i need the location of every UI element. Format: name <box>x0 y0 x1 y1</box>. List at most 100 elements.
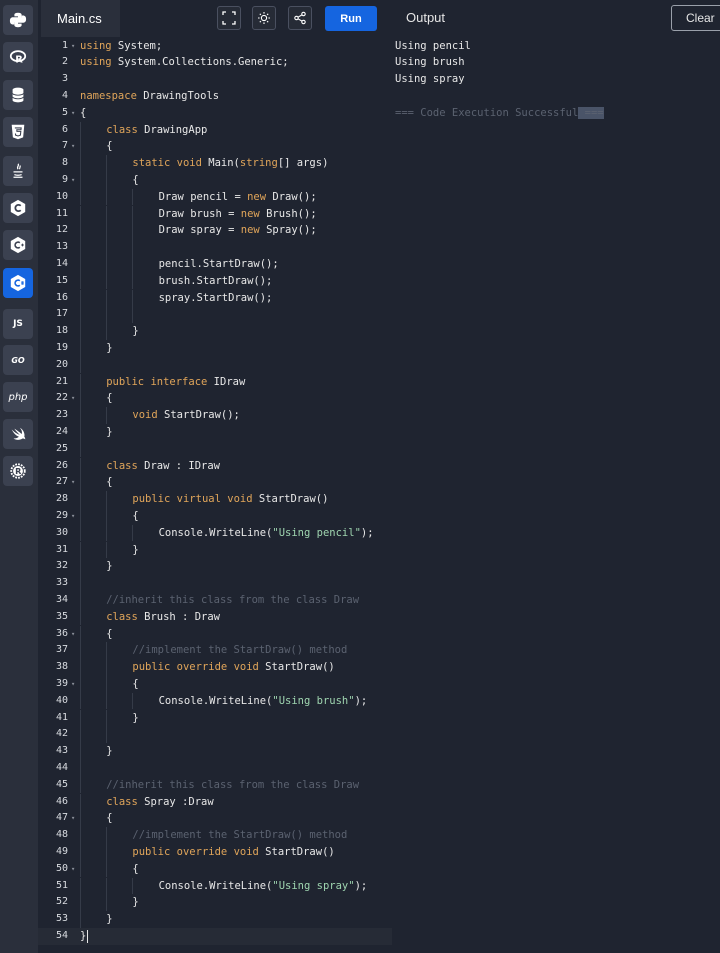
java-icon[interactable] <box>3 156 33 186</box>
fold-toggle-icon[interactable]: ▾ <box>71 172 75 189</box>
code-line[interactable]: 41} <box>38 709 392 727</box>
javascript-icon[interactable]: JS <box>3 309 33 339</box>
code-line[interactable]: 18} <box>38 323 392 340</box>
code-line[interactable]: 3 <box>38 71 392 88</box>
indent-guide <box>80 558 81 576</box>
code-line[interactable]: 34 //inherit this class from the class Dr… <box>38 591 392 609</box>
code-text: { <box>106 476 113 489</box>
code-line[interactable]: 6 class DrawingApp <box>38 121 392 139</box>
fold-toggle-icon[interactable]: ▾ <box>71 474 75 491</box>
run-button[interactable]: Run <box>325 6 377 31</box>
code-line[interactable]: 45 //inherit this class from the class Dr… <box>38 776 392 794</box>
code-line[interactable]: 37 //implement the StartDraw() method <box>38 642 392 660</box>
code-line[interactable]: 25 <box>38 440 392 458</box>
indent-guide <box>80 810 81 828</box>
code-line[interactable]: 12 Draw spray = new Spray(); <box>38 222 392 240</box>
code-line[interactable]: 47 ▾ { <box>38 810 392 828</box>
cpp-icon[interactable] <box>3 230 33 260</box>
code-line[interactable]: 23 void StartDraw(); <box>38 407 392 424</box>
fold-toggle-icon[interactable]: ▾ <box>71 508 75 525</box>
code-line[interactable]: 11 Draw brush = new Brush(); <box>38 205 392 223</box>
indent-guide <box>132 306 134 324</box>
code-line[interactable]: 52} <box>38 894 392 912</box>
code-line[interactable]: 31} <box>38 541 392 559</box>
code-line[interactable]: 9 ▾ { <box>38 171 392 189</box>
code-line[interactable]: 46 class Spray :Draw <box>38 793 392 811</box>
code-text: { <box>106 140 113 153</box>
code-line[interactable]: 28 public virtual void StartDraw() <box>38 491 392 508</box>
python-icon[interactable] <box>3 5 33 35</box>
fullscreen-button[interactable] <box>217 6 241 30</box>
code-line[interactable]: 2 using System.Collections.Generic; <box>38 54 392 71</box>
code-line[interactable]: 20 <box>38 356 392 374</box>
fold-toggle-icon[interactable]: ▾ <box>71 38 75 55</box>
fold-toggle-icon[interactable]: ▾ <box>71 390 75 407</box>
share-button[interactable] <box>288 6 312 30</box>
code-text: } <box>132 325 139 338</box>
clear-button[interactable]: Clear <box>671 5 720 31</box>
html5-icon[interactable] <box>3 117 33 147</box>
share-icon <box>294 11 306 25</box>
swift-icon[interactable] <box>3 419 33 449</box>
line-number: 28 <box>55 493 68 505</box>
fold-toggle-icon[interactable]: ▾ <box>71 105 75 122</box>
code-line[interactable]: 38 public override void StartDraw() <box>38 659 392 676</box>
code-text: //implement the StartDraw() method <box>132 644 348 657</box>
code-line[interactable]: 53} <box>38 911 392 928</box>
code-line[interactable]: 4 namespace DrawingTools <box>38 88 392 105</box>
code-line[interactable]: 26 class Draw : IDraw <box>38 457 392 475</box>
code-line[interactable]: 33 <box>38 575 392 592</box>
code-line[interactable]: 35 class Brush : Draw <box>38 608 392 626</box>
code-line[interactable]: 30 Console.WriteLine("Using pencil"); <box>38 524 392 542</box>
code-line[interactable]: 39 ▾ { <box>38 675 392 693</box>
output-panel: Using pencil Using brush Using spray === Co… <box>392 37 720 953</box>
fold-toggle-icon[interactable]: ▾ <box>71 810 75 827</box>
fold-toggle-icon[interactable]: ▾ <box>71 676 75 693</box>
r-icon[interactable]: R <box>3 42 33 72</box>
fold-toggle-icon[interactable]: ▾ <box>71 138 75 155</box>
code-line[interactable]: 48 //implement the StartDraw() method <box>38 827 392 844</box>
code-line[interactable]: 17 <box>38 306 392 324</box>
code-line[interactable]: 22 ▾ { <box>38 390 392 408</box>
code-line[interactable]: 32} <box>38 558 392 576</box>
fold-toggle-icon[interactable]: ▾ <box>71 861 75 878</box>
code-line[interactable]: 27 ▾ { <box>38 474 392 492</box>
code-line[interactable]: 15 brush.StartDraw(); <box>38 272 392 290</box>
code-line[interactable]: 24} <box>38 423 392 441</box>
php-icon[interactable]: php <box>3 382 33 412</box>
code-line[interactable]: 7 ▾ { <box>38 138 392 156</box>
indent-guide <box>80 423 81 441</box>
code-line[interactable]: 49 public override void StartDraw() <box>38 843 392 861</box>
code-line[interactable]: 50 ▾ { <box>38 860 392 878</box>
go-icon[interactable]: GO <box>3 345 33 375</box>
code-line[interactable]: 36 ▾ { <box>38 625 392 643</box>
indent-guide <box>80 491 81 508</box>
code-line[interactable]: 43} <box>38 743 392 760</box>
code-line[interactable]: 14 pencil.StartDraw(); <box>38 255 392 273</box>
code-line[interactable]: 54} <box>38 927 392 945</box>
code-line[interactable]: 1 ▾ using System; <box>38 38 392 55</box>
code-line[interactable]: 21 public interface IDraw <box>38 373 392 391</box>
fold-toggle-icon[interactable]: ▾ <box>71 626 75 643</box>
code-line[interactable]: 19} <box>38 339 392 357</box>
code-line[interactable]: 16 spray.StartDraw(); <box>38 289 392 307</box>
code-line[interactable]: 10 Draw pencil = new Draw(); <box>38 188 392 206</box>
code-line[interactable]: 5 ▾ { <box>38 105 392 122</box>
code-line[interactable]: 42 <box>38 726 392 744</box>
sql-database-icon[interactable] <box>3 80 33 110</box>
line-number: 41 <box>55 711 68 723</box>
code-line[interactable]: 44 <box>38 759 392 777</box>
code-line[interactable]: 29 ▾ { <box>38 507 392 525</box>
line-number: 13 <box>55 241 68 253</box>
csharp-icon[interactable] <box>3 268 33 298</box>
c-icon[interactable] <box>3 193 33 223</box>
file-tab-main[interactable]: Main.cs <box>41 0 120 37</box>
theme-toggle-button[interactable] <box>252 6 276 30</box>
code-text: } <box>106 560 113 573</box>
code-line[interactable]: 40 Console.WriteLine("Using brush"); <box>38 692 392 710</box>
code-line[interactable]: 13 <box>38 239 392 256</box>
code-line[interactable]: 51 Console.WriteLine("Using spray"); <box>38 877 392 895</box>
rust-icon[interactable]: R <box>3 456 33 486</box>
code-editor[interactable]: 1 ▾ using System; 2 using System.Collections… <box>38 37 392 953</box>
code-line[interactable]: 8 static void Main(string[] args) <box>38 155 392 172</box>
